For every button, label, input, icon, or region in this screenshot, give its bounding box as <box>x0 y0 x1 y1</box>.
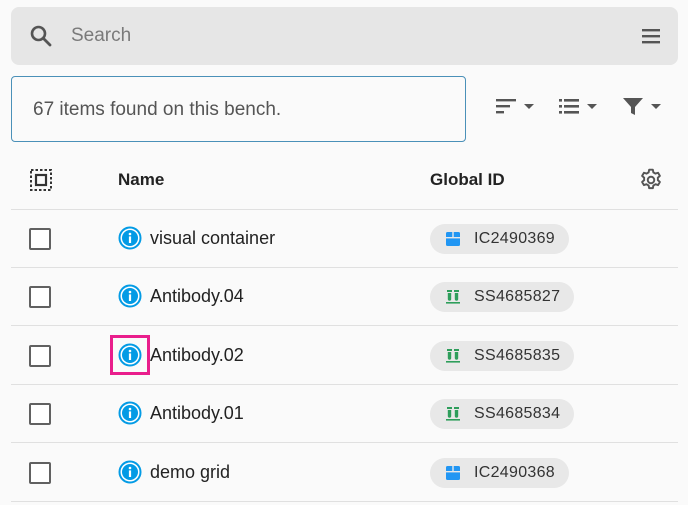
container-icon <box>446 232 460 246</box>
search-bar[interactable] <box>11 7 678 65</box>
column-header-global-id[interactable]: Global ID <box>430 170 505 190</box>
item-name[interactable]: demo grid <box>150 462 230 483</box>
results-count-text: 67 items found on this bench. <box>33 99 282 120</box>
chevron-down-icon <box>651 103 661 109</box>
sample-tubes-icon <box>446 290 460 304</box>
global-id-chip[interactable]: IC2490369 <box>430 224 569 254</box>
global-id: IC2490369 <box>474 230 555 247</box>
table-header: Name Global ID <box>11 150 678 210</box>
global-id-chip[interactable]: SS4685827 <box>430 282 575 312</box>
row-checkbox[interactable] <box>29 345 51 367</box>
row-checkbox[interactable] <box>29 403 51 425</box>
global-id: SS4685835 <box>474 347 561 364</box>
container-icon <box>446 466 460 480</box>
global-id: SS4685834 <box>474 405 561 422</box>
table-row[interactable]: Antibody.01 SS4685834 <box>11 385 678 443</box>
chevron-down-icon <box>587 103 597 109</box>
results-count-box: 67 items found on this bench. <box>11 76 466 142</box>
global-id: SS4685827 <box>474 288 561 305</box>
row-checkbox[interactable] <box>29 286 51 308</box>
info-icon[interactable] <box>110 335 150 375</box>
info-icon[interactable] <box>118 284 142 308</box>
global-id-chip[interactable]: IC2490368 <box>430 458 569 488</box>
table-row[interactable]: demo grid IC2490368 <box>11 444 678 502</box>
sort-icon <box>496 99 516 114</box>
gear-icon[interactable] <box>638 167 664 193</box>
filter-icon <box>623 98 643 115</box>
sample-tubes-icon <box>446 407 460 421</box>
list-view-icon <box>559 99 579 114</box>
item-name[interactable]: Antibody.02 <box>150 345 244 366</box>
info-icon[interactable] <box>118 226 142 250</box>
sample-tubes-icon <box>446 349 460 363</box>
search-input[interactable] <box>71 21 611 51</box>
row-checkbox[interactable] <box>29 462 51 484</box>
global-id-chip[interactable]: SS4685834 <box>430 399 575 429</box>
global-id-chip[interactable]: SS4685835 <box>430 341 575 371</box>
item-name[interactable]: visual container <box>150 228 275 249</box>
item-name[interactable]: Antibody.04 <box>150 286 244 307</box>
sort-button[interactable] <box>494 92 534 120</box>
chevron-down-icon <box>524 103 534 109</box>
table-row[interactable]: visual container IC2490369 <box>11 210 678 268</box>
search-icon <box>30 25 52 47</box>
table-row[interactable]: Antibody.02 SS4685835 <box>11 327 678 385</box>
column-header-name[interactable]: Name <box>118 170 164 190</box>
select-all-icon[interactable] <box>29 168 53 192</box>
info-icon[interactable] <box>118 401 142 425</box>
hamburger-menu-icon[interactable] <box>639 24 663 48</box>
view-list-button[interactable] <box>557 92 597 120</box>
global-id: IC2490368 <box>474 464 555 481</box>
filter-button[interactable] <box>621 92 661 120</box>
row-checkbox[interactable] <box>29 228 51 250</box>
item-name[interactable]: Antibody.01 <box>150 403 244 424</box>
table-row[interactable]: Antibody.04 SS4685827 <box>11 268 678 326</box>
info-icon[interactable] <box>118 460 142 484</box>
